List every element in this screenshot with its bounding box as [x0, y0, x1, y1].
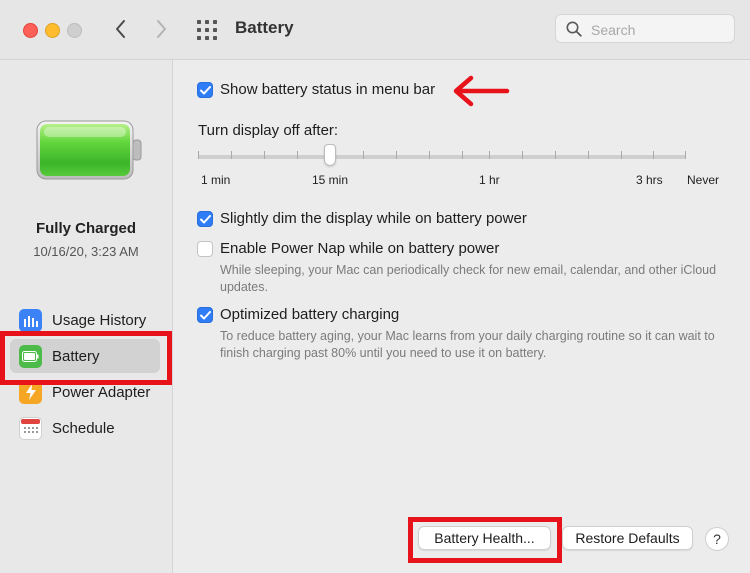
chevron-left-icon: [116, 20, 125, 38]
sidebar-item-label: Usage History: [52, 311, 147, 329]
slider-label-1-hr: 1 hr: [479, 173, 500, 187]
forward-button[interactable]: [148, 16, 174, 42]
sidebar-item-label: Battery: [52, 347, 100, 365]
charge-status-date: 10/16/20, 3:23 AM: [33, 244, 139, 259]
slider-tick: [264, 151, 265, 159]
red-arrow-annotation-icon: [453, 75, 510, 107]
checkmark-icon: [199, 310, 211, 319]
help-button[interactable]: ?: [705, 527, 729, 551]
optimized-charging-checkbox[interactable]: [197, 307, 213, 323]
battery-settings-panel: Show battery status in menu bar Turn dis…: [173, 60, 750, 573]
show-all-grid-icon[interactable]: [196, 19, 218, 41]
slider-tick: [522, 151, 523, 159]
optimized-charging-description: To reduce battery aging, your Mac learns…: [220, 329, 715, 360]
power-nap-label: Enable Power Nap while on battery power: [220, 240, 500, 257]
search-icon: [566, 21, 582, 37]
title-bar: Battery: [0, 0, 750, 60]
slider-tick: [555, 151, 556, 159]
power-nap-description: While sleeping, your Mac can periodicall…: [220, 263, 717, 294]
minimize-window-button[interactable]: [45, 23, 60, 38]
show-status-checkbox[interactable]: [197, 82, 213, 98]
display-off-label: Turn display off after:: [198, 122, 339, 139]
dim-display-label: Slightly dim the display while on batter…: [220, 210, 527, 227]
slider-tick: [653, 151, 654, 159]
display-off-slider-track[interactable]: [198, 155, 686, 159]
sidebar: Fully Charged 10/16/20, 3:23 AM Usage Hi…: [0, 60, 173, 573]
checkmark-icon: [199, 214, 211, 223]
slider-tick: [198, 151, 199, 159]
slider-label-1-min: 1 min: [201, 173, 231, 187]
battery-icon: [19, 344, 42, 368]
slider-tick: [462, 151, 463, 159]
charge-status-title: Fully Charged: [35, 220, 136, 237]
zoom-window-button[interactable]: [67, 23, 82, 38]
slider-tick: [363, 151, 364, 159]
slider-label-3-hrs: 3 hrs: [636, 173, 663, 187]
checkmark-icon: [199, 85, 211, 94]
battery-level-icon: [36, 120, 142, 180]
sidebar-item-schedule[interactable]: Schedule: [10, 411, 160, 445]
lightning-icon: [19, 380, 42, 404]
display-off-slider-thumb[interactable]: [324, 144, 336, 166]
sidebar-item-label: Schedule: [52, 419, 115, 437]
sidebar-item-usage-history[interactable]: Usage History: [10, 303, 160, 337]
search-input[interactable]: [589, 19, 733, 41]
restore-defaults-button[interactable]: Restore Defaults: [562, 526, 693, 550]
slider-label-15-min: 15 min: [312, 173, 349, 187]
slider-tick: [429, 151, 430, 159]
slider-tick: [297, 151, 298, 159]
close-window-button[interactable]: [23, 23, 38, 38]
slider-tick: [621, 151, 622, 159]
search-field[interactable]: [555, 14, 735, 43]
sidebar-item-battery[interactable]: Battery: [10, 339, 160, 373]
dim-display-checkbox[interactable]: [197, 211, 213, 227]
slider-tick: [396, 151, 397, 159]
show-status-label: Show battery status in menu bar: [220, 81, 436, 98]
slider-tick: [231, 151, 232, 159]
battery-health-button[interactable]: Battery Health...: [418, 526, 551, 550]
calendar-icon: [19, 416, 42, 440]
window-title: Battery: [235, 18, 294, 37]
back-button[interactable]: [108, 16, 134, 42]
slider-tick: [588, 151, 589, 159]
slider-tick: [489, 151, 490, 159]
sidebar-item-power-adapter[interactable]: Power Adapter: [10, 375, 160, 409]
optimized-charging-label: Optimized battery charging: [220, 306, 400, 323]
slider-tick: [685, 151, 686, 159]
bar-chart-icon: [19, 308, 42, 332]
chevron-right-icon: [157, 20, 166, 38]
sidebar-item-label: Power Adapter: [52, 383, 151, 401]
power-nap-checkbox[interactable]: [197, 241, 213, 257]
slider-label-never: Never: [687, 173, 720, 187]
